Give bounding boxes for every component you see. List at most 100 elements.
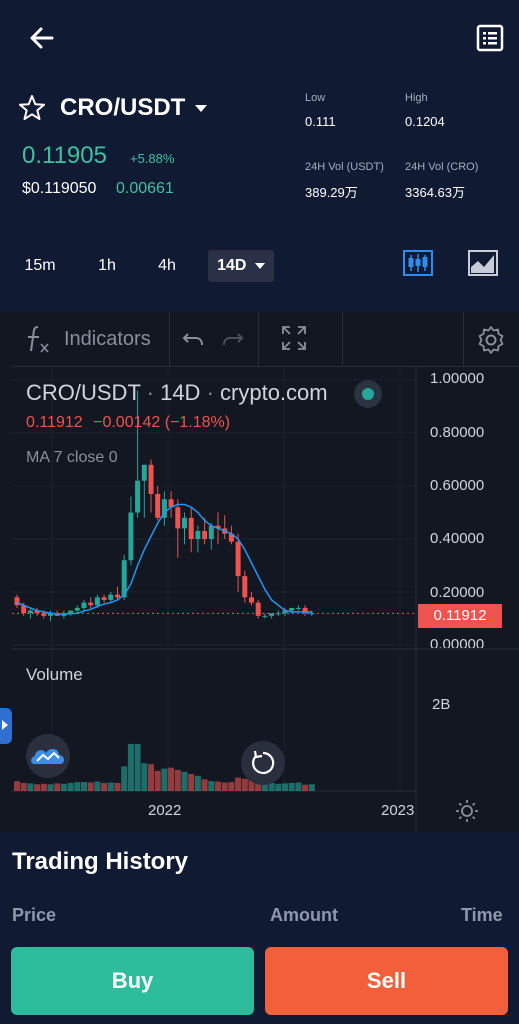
candle-body xyxy=(81,602,87,608)
pair-selector[interactable]: CRO/USDT xyxy=(18,92,208,124)
volume-bar xyxy=(308,784,315,791)
gear-icon[interactable] xyxy=(476,325,506,355)
candle-body xyxy=(141,464,147,481)
volume-bar xyxy=(168,767,175,791)
candle-body xyxy=(249,597,254,603)
volume-bar xyxy=(14,781,20,791)
candle-body xyxy=(269,613,275,616)
timeframe-1h[interactable]: 1h xyxy=(86,250,128,282)
volume-bar xyxy=(94,781,101,791)
fullscreen-icon[interactable] xyxy=(280,324,308,352)
reset-icon xyxy=(252,750,275,775)
indicators-label: Indicators xyxy=(64,327,151,350)
timeframe-14d[interactable]: 14D xyxy=(208,250,274,282)
candle-body xyxy=(94,597,100,606)
back-arrow-icon[interactable] xyxy=(26,22,58,54)
price-tick: 1.00000 xyxy=(430,370,485,387)
cloud-chart-icon xyxy=(31,749,65,764)
volume-bar xyxy=(81,782,87,791)
trading-history-title: Trading History xyxy=(12,848,189,875)
candle-body xyxy=(74,607,80,611)
candle-body xyxy=(295,607,301,609)
area-chart-icon[interactable] xyxy=(468,250,498,276)
ma-legend[interactable]: MA 7 close 0 xyxy=(26,449,118,467)
pair-name[interactable]: CRO/USDT xyxy=(60,94,185,122)
volume-bar xyxy=(215,781,221,791)
function-fx-icon xyxy=(28,326,49,353)
low-label: Low xyxy=(305,92,326,104)
volume-bar xyxy=(174,769,181,791)
divider xyxy=(342,312,343,366)
candle-body xyxy=(202,531,208,539)
reset-chart-button[interactable] xyxy=(241,741,285,785)
volume-bar xyxy=(221,782,228,791)
volume-label: Volume xyxy=(26,665,83,684)
legend-exchange: crypto.com xyxy=(220,380,328,405)
tradingview-logo-button[interactable] xyxy=(26,734,70,778)
divider xyxy=(463,312,464,366)
order-book-list-icon[interactable] xyxy=(474,22,506,54)
candle-body xyxy=(182,517,187,529)
volume-bar xyxy=(154,770,161,791)
chart-legend-title: CRO/USDT · 14D · crypto.com xyxy=(26,380,328,406)
candle-body xyxy=(275,613,281,615)
legend-last: 0.11912 xyxy=(26,414,83,431)
volume-bar xyxy=(194,775,201,791)
volume-bar xyxy=(101,782,108,791)
undo-icon[interactable] xyxy=(180,326,206,352)
volume-bar xyxy=(114,782,121,791)
timeframe-4h[interactable]: 4h xyxy=(146,250,188,282)
sun-theme-icon[interactable] xyxy=(455,799,479,823)
legend-symbol: CRO/USDT xyxy=(26,380,141,405)
candle-body xyxy=(255,602,261,616)
usd-price: $0.119050 xyxy=(22,180,97,197)
drawing-panel-handle[interactable] xyxy=(0,708,12,744)
chevron-down-icon[interactable] xyxy=(195,104,208,112)
candle-body xyxy=(27,610,33,614)
x-tick-2022: 2022 xyxy=(148,802,182,819)
volume-bar xyxy=(54,783,61,791)
candle-body xyxy=(88,602,94,606)
last-price: 0.11905 xyxy=(22,142,107,169)
volume-bar xyxy=(60,783,67,791)
candle-body xyxy=(101,597,107,600)
volume-bar xyxy=(201,779,208,791)
volume-bar xyxy=(181,771,188,791)
change-absolute: 0.00661 xyxy=(116,180,174,197)
timeframe-15m[interactable]: 15m xyxy=(16,250,64,282)
buy-button[interactable]: Buy xyxy=(11,947,254,1015)
redo-icon[interactable] xyxy=(220,326,246,352)
volume-bar xyxy=(288,782,295,791)
legend-separator: · xyxy=(146,380,161,405)
candle-body xyxy=(175,507,181,529)
vol-usdt-value: 389.29万 xyxy=(305,185,358,200)
volume-bar xyxy=(208,781,215,791)
volume-bar xyxy=(188,773,195,791)
volume-tick: 2B xyxy=(432,696,451,713)
candle-body xyxy=(262,615,268,617)
candle-body xyxy=(235,541,241,577)
col-price: Price xyxy=(12,905,57,925)
volume-bar xyxy=(40,783,47,791)
volume-bar xyxy=(87,782,94,791)
volume-bar xyxy=(302,784,309,791)
volume-bar xyxy=(121,766,128,791)
star-favorite-icon[interactable] xyxy=(18,94,46,122)
candle-body xyxy=(155,493,161,518)
volume-bar xyxy=(20,782,27,791)
vol-cro-value: 3364.63万 xyxy=(405,185,465,200)
sell-button[interactable]: Sell xyxy=(265,947,508,1015)
col-time: Time xyxy=(461,905,503,925)
indicators-button[interactable]: Indicators xyxy=(24,312,151,366)
vol-usdt-label: 24H Vol (USDT) xyxy=(305,161,384,173)
price-tick: 0.20000 xyxy=(430,584,485,601)
candlestick-chart-icon[interactable] xyxy=(403,250,433,276)
candle-body xyxy=(208,525,214,539)
candle-body xyxy=(68,610,74,614)
chart-toolbar: Indicators xyxy=(12,312,519,367)
volume-bar xyxy=(34,784,41,791)
legend-separator: · xyxy=(206,380,221,405)
volume-bar xyxy=(148,764,154,791)
high-label: High xyxy=(405,92,428,104)
candle-body xyxy=(41,613,47,616)
